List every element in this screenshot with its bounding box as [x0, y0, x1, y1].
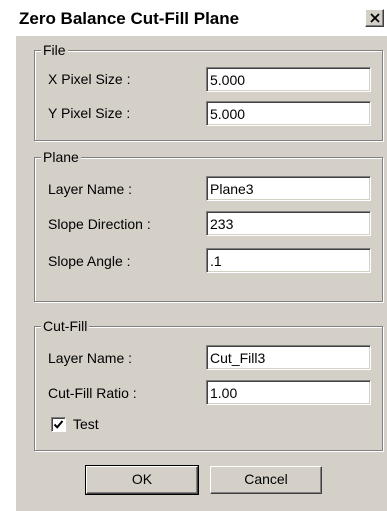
- cut-fill-ratio-input[interactable]: [210, 383, 365, 402]
- cut-fill-layer-name-input[interactable]: [210, 348, 365, 367]
- x-pixel-size-field[interactable]: [206, 67, 371, 92]
- test-checkbox[interactable]: [51, 417, 66, 432]
- plane-layer-name-label: Layer Name :: [48, 181, 133, 197]
- y-pixel-size-input[interactable]: [210, 104, 365, 123]
- y-pixel-size-label: Y Pixel Size :: [48, 105, 131, 121]
- close-button[interactable]: [365, 9, 384, 27]
- plane-layer-name-field[interactable]: [206, 176, 371, 201]
- y-pixel-size-field[interactable]: [206, 101, 371, 126]
- slope-direction-label: Slope Direction :: [48, 216, 151, 232]
- zero-balance-cut-fill-dialog: Zero Balance Cut-Fill Plane File X Pixel…: [15, 0, 387, 511]
- x-pixel-size-input[interactable]: [210, 70, 365, 89]
- slope-angle-input[interactable]: [210, 251, 365, 270]
- file-group: File X Pixel Size : Y Pixel Size :: [34, 41, 383, 141]
- cut-fill-ratio-field[interactable]: [206, 380, 371, 405]
- slope-direction-field[interactable]: [206, 211, 371, 236]
- cut-fill-ratio-label: Cut-Fill Ratio :: [48, 385, 137, 401]
- slope-direction-input[interactable]: [210, 214, 365, 233]
- close-icon: [370, 13, 380, 23]
- cut-fill-group-title: Cut-Fill: [41, 317, 90, 335]
- plane-group: Plane Layer Name : Slope Direction : Slo…: [34, 148, 383, 302]
- file-group-title: File: [41, 41, 68, 59]
- slope-angle-field[interactable]: [206, 248, 371, 273]
- cut-fill-layer-name-field[interactable]: [206, 345, 371, 370]
- cancel-button[interactable]: Cancel: [210, 466, 322, 494]
- checkmark-icon: [53, 420, 64, 429]
- slope-angle-label: Slope Angle :: [48, 253, 131, 269]
- x-pixel-size-label: X Pixel Size :: [48, 71, 131, 87]
- cut-fill-group: Cut-Fill Layer Name : Cut-Fill Ratio : T…: [34, 317, 383, 451]
- cut-fill-layer-name-label: Layer Name :: [48, 350, 133, 366]
- window-title: Zero Balance Cut-Fill Plane: [19, 9, 240, 28]
- plane-layer-name-input[interactable]: [210, 179, 365, 198]
- title-bar: Zero Balance Cut-Fill Plane: [16, 0, 387, 36]
- ok-button[interactable]: OK: [85, 465, 199, 495]
- plane-group-title: Plane: [41, 148, 81, 166]
- test-checkbox-label[interactable]: Test: [73, 415, 99, 433]
